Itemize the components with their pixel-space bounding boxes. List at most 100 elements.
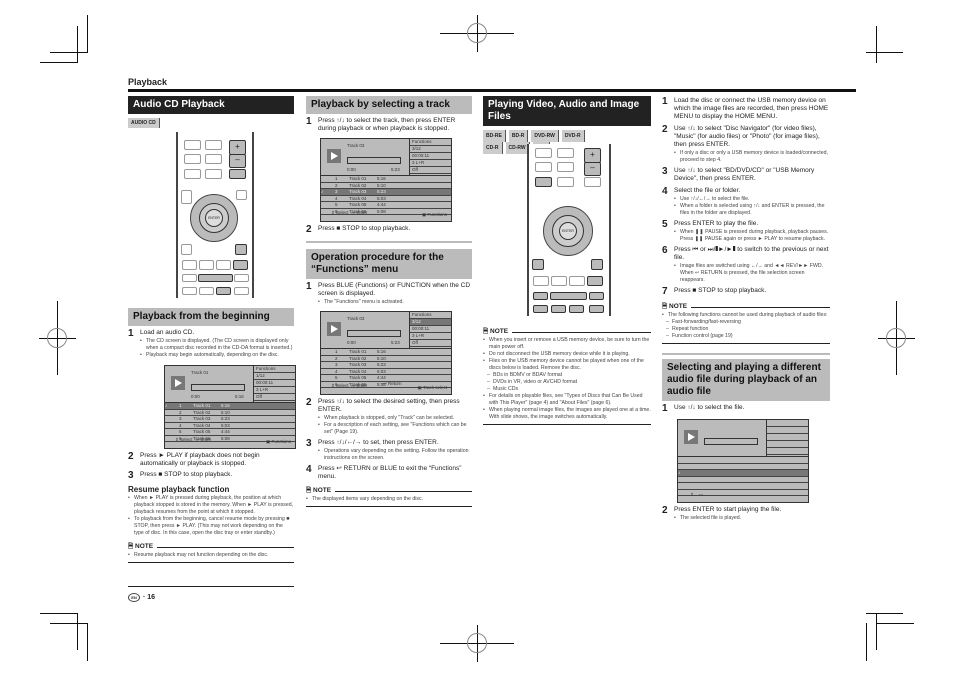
function-item: Functions [254, 366, 295, 373]
function-item: Off [410, 340, 451, 347]
step: 5Press ENTER to play the file.When ❚❚ PA… [662, 220, 830, 243]
progress-bar [347, 157, 401, 164]
column-playing-files: Playing Video, Audio and Image Files BD-… [483, 96, 651, 425]
color-button [551, 276, 567, 286]
remote-illustration: + – ENTER [527, 144, 611, 316]
section-label: Playback [128, 77, 168, 87]
functions-panel: Functions 3/12 00:00:11 3 L+R Off [410, 312, 451, 349]
now-playing-panel: Track 01 0:00 5:16 [165, 366, 254, 403]
disc-badge: DVD-R [561, 130, 585, 142]
screen-footer: ⇕ ▭ [690, 492, 704, 497]
subsection-title: Playback by selecting a track [306, 96, 472, 114]
color-button [216, 260, 231, 270]
play-icon [327, 322, 341, 336]
disc-badge: BD-R [508, 130, 529, 142]
popup-menu-button [236, 190, 247, 200]
remote-button [205, 154, 222, 164]
page-number: EN · 16 [128, 593, 155, 602]
stop-button [216, 287, 231, 295]
progress-bar [704, 438, 758, 445]
home-menu-button [181, 244, 192, 255]
prev-button [533, 305, 548, 313]
screen-footer: ⇕ Select ▭ Enter ▣ Functions [331, 210, 447, 217]
step: 1 Load the disc or connect the USB memory… [662, 96, 829, 121]
registration-circle [467, 23, 487, 43]
color-button [587, 276, 603, 286]
step: 3 Press ■ STOP to stop playback. [128, 470, 233, 481]
function-button [584, 177, 601, 187]
play-icon [327, 149, 341, 163]
play-button [550, 292, 587, 300]
now-playing-panel: Track 03 0:00 5:23 [321, 139, 410, 176]
subsection-title: Selecting and playing a different audio … [662, 359, 830, 401]
progress-bar [191, 384, 245, 391]
column-select-track: Playback by selecting a track 1 Press ↑/↓… [306, 96, 472, 507]
remote-button [205, 140, 222, 150]
step: 4Select the file or folder.Use ↑/↓/←/→ t… [662, 187, 830, 217]
function-item: 00:00:11 [410, 153, 451, 160]
crop-mark [866, 623, 867, 661]
now-playing-panel: Track 03 0:00 5:23 [321, 312, 410, 349]
subsection-title: Playback from the beginning [128, 308, 294, 326]
note-rule [483, 424, 651, 425]
play-button [198, 274, 233, 282]
remote-button [184, 140, 201, 150]
function-item: 3/12 [410, 146, 451, 153]
functions-panel: Functions 3/12 00:00:11 3 L+R Off [410, 139, 451, 176]
cd-screen-functions: Track 03 0:00 5:23 Functions 3/12 00:00:11 3 L… [320, 311, 452, 395]
play-icon [171, 376, 185, 390]
time-start: 0:00 [347, 340, 356, 345]
remote-button [535, 162, 552, 172]
note-icon: 🗎 [483, 328, 491, 335]
step: 2 Use ↑/↓ to select "Disc Navigator" (for… [662, 125, 830, 164]
function-item: Functions [410, 139, 451, 146]
subsection-title: Operation procedure for the “Functions” … [306, 249, 472, 279]
function-item: 00:00:11 [410, 326, 451, 333]
prev-button [182, 287, 197, 295]
time-start: 0:00 [347, 167, 356, 172]
crop-mark [876, 26, 877, 63]
dpad: ENTER [190, 194, 238, 242]
disc-badge: AUDIO CD [128, 118, 160, 128]
note-icon: 🗎 [662, 303, 670, 310]
play-icon [684, 430, 698, 444]
function-item [767, 441, 808, 448]
step: 6 Press ⏮ or ⏭/❚►/►❚ to switch to the pre… [662, 246, 830, 284]
time-end: 5:16 [235, 394, 244, 399]
language-badge: EN [128, 593, 140, 602]
crop-mark [87, 623, 88, 661]
function-item [767, 420, 808, 427]
crop-mark [866, 613, 903, 614]
track-title: Track 01 [191, 370, 209, 375]
function-item: 3 L+R [254, 387, 295, 394]
remote-button [557, 148, 574, 158]
footer-rule [128, 586, 294, 587]
function-button [229, 169, 246, 179]
crop-mark [50, 623, 87, 624]
remote-button [535, 148, 552, 158]
remote-button [557, 177, 574, 187]
crop-mark [866, 52, 903, 53]
disc-badge: CD-R [483, 142, 503, 154]
function-item [767, 427, 808, 434]
step: 2 Press ► PLAY if playback does not begi… [128, 451, 260, 468]
registration-circle [886, 328, 906, 348]
track-title: Track 03 [347, 316, 365, 321]
section-title: Audio CD Playback [128, 96, 294, 114]
section-divider [662, 353, 830, 355]
disc-badge: BD-RE [483, 130, 506, 142]
column-steps: 1 Load the disc or connect the USB memory… [662, 94, 830, 522]
function-item [767, 434, 808, 441]
function-item: 00:00:11 [254, 380, 295, 387]
color-button [199, 260, 214, 270]
dpad: ENTER [543, 206, 593, 256]
note-rule [662, 343, 830, 344]
step: 3 Use ↑/↓ to select "BD/DVD/CD" or "USB M… [662, 166, 815, 183]
screen-footer: ⇕ Select ▭ Enter ▣ Functions [175, 437, 291, 444]
note-icon: 🗎 [128, 543, 136, 550]
step: 1 Load an audio CD. The CD screen is dis… [128, 329, 294, 360]
function-item: Off [410, 167, 451, 174]
function-item: 1/12 [254, 373, 295, 380]
function-item [767, 448, 808, 455]
crop-mark [50, 52, 87, 53]
